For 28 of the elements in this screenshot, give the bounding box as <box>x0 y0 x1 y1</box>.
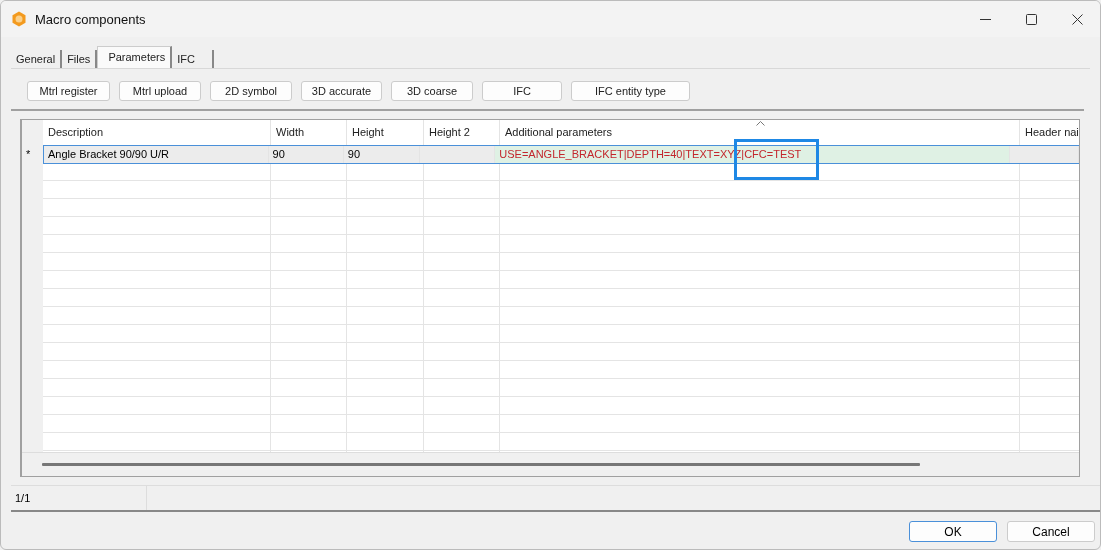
table-cell: 90 <box>268 146 344 163</box>
column-header[interactable]: Height <box>347 120 424 145</box>
record-counter: 1/1 <box>15 492 31 504</box>
app-logo-icon <box>11 11 27 27</box>
dialog-button[interactable]: Cancel <box>1007 521 1095 542</box>
table-cell: Angle Bracket 90/90 U/R <box>43 146 269 163</box>
column-header[interactable]: Header nai <box>1020 120 1079 145</box>
column-header[interactable]: Description <box>43 120 271 145</box>
horizontal-scrollbar[interactable] <box>42 462 920 466</box>
toolbar-button[interactable]: 2D symbol <box>210 81 292 101</box>
toolbar-button[interactable]: Mtrl upload <box>119 81 201 101</box>
dialog-button[interactable]: OK <box>909 521 997 542</box>
toolbar-button[interactable]: 3D coarse <box>391 81 473 101</box>
toolbar-button[interactable]: 3D accurate <box>301 81 382 101</box>
row-marker: * <box>26 148 31 160</box>
tab[interactable]: Parameters <box>97 46 173 68</box>
column-header[interactable]: Height 2 <box>424 120 500 145</box>
close-icon <box>1071 13 1083 25</box>
table-cell: 90 <box>343 146 421 163</box>
toolbar-button[interactable]: Mtrl register <box>27 81 110 101</box>
maximize-icon <box>1025 13 1037 25</box>
minimize-icon <box>979 18 991 20</box>
toolbar-button[interactable]: IFC entity type <box>571 81 690 101</box>
column-header[interactable]: Additional parameters <box>500 120 1020 145</box>
sort-caret-icon <box>756 121 765 126</box>
toolbar-button[interactable]: IFC <box>482 81 562 101</box>
column-header[interactable]: Width <box>271 120 347 145</box>
window-title: Macro components <box>35 11 147 27</box>
